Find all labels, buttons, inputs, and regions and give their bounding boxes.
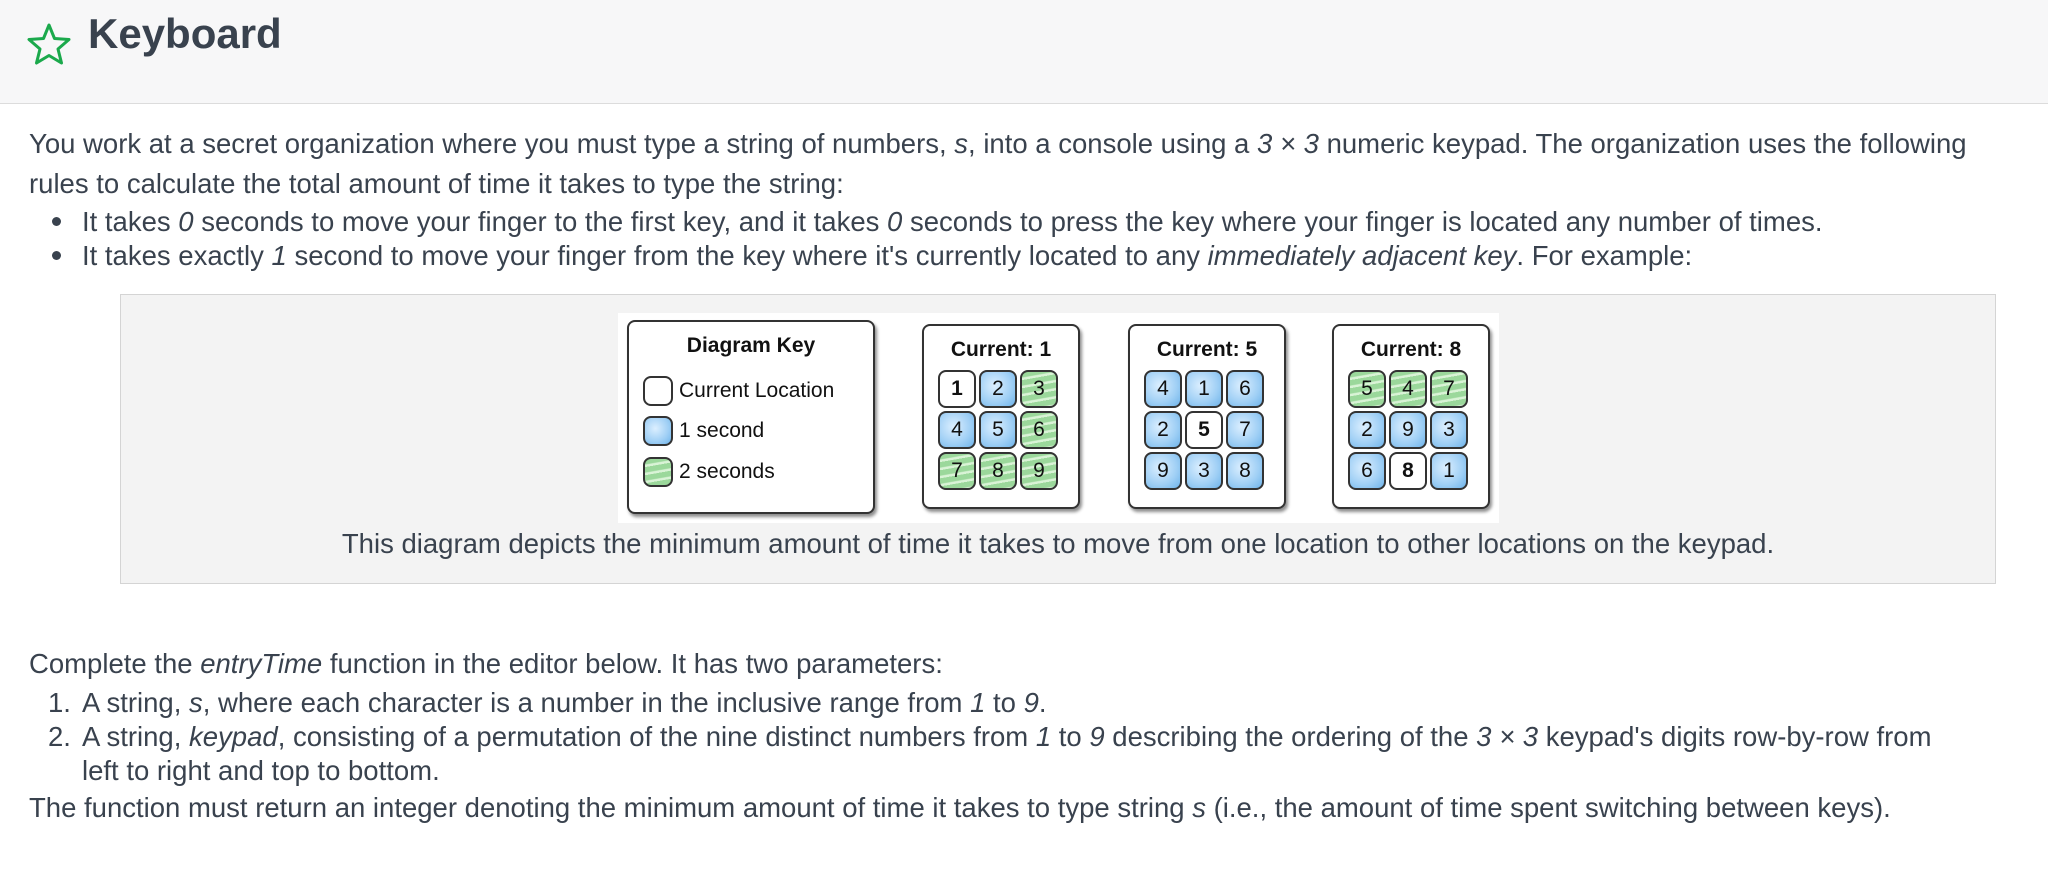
keypad-title: Current: 1 [950, 338, 1052, 361]
keypad-key: 7 [1430, 370, 1468, 408]
key-item-1-second: 1 second [643, 414, 764, 448]
two-seconds-swatch [643, 457, 673, 487]
keypad-key: 8 [1389, 452, 1427, 490]
diagram-caption: This diagram depicts the minimum amount … [341, 528, 1775, 559]
rule-bullet-2: It takes exactly 1 second to move your f… [82, 240, 1693, 271]
return-description: The function must return an integer deno… [29, 792, 1891, 823]
keypad-key: 6 [1020, 411, 1058, 449]
bullet-icon [52, 251, 61, 260]
keypad-key: 9 [1144, 452, 1182, 490]
bullet-icon [52, 217, 61, 226]
keypad-key: 3 [1185, 452, 1223, 490]
keypad-key: 2 [979, 370, 1017, 408]
keypad-key: 3 [1020, 370, 1058, 408]
keypad-key: 8 [1226, 452, 1264, 490]
keypad-key: 6 [1226, 370, 1264, 408]
page-title: Keyboard [88, 10, 282, 57]
keypad-panel-current-5: Current: 5 416 257 938 [1128, 324, 1286, 509]
keypad-key: 4 [1389, 370, 1427, 408]
param-item-2-continued: left to right and top to bottom. [82, 755, 440, 786]
keypad-key: 1 [938, 370, 976, 408]
keypad-title: Current: 8 [1360, 338, 1462, 361]
keypad-title: Current: 5 [1156, 338, 1258, 361]
keypad-panel-current-1: Current: 1 123 456 789 [922, 324, 1080, 509]
key-item-current: Current Location [643, 374, 834, 408]
task-intro: Complete the entryTime function in the e… [29, 648, 943, 679]
intro-line-2: rules to calculate the total amount of t… [29, 168, 844, 199]
keypad-key: 2 [1144, 411, 1182, 449]
page-header: Keyboard [0, 0, 2048, 104]
list-number: 2. [48, 721, 71, 752]
keypad-grid: 123 456 789 [938, 370, 1058, 490]
keypad-key: 1 [1430, 452, 1468, 490]
param-item-2: A string, keypad, consisting of a permut… [82, 721, 1932, 752]
current-location-swatch [643, 376, 673, 406]
keypad-key: 9 [1389, 411, 1427, 449]
keypad-key: 5 [979, 411, 1017, 449]
keypad-grid: 416 257 938 [1144, 370, 1264, 490]
keypad-key: 7 [938, 452, 976, 490]
keypad-key: 7 [1226, 411, 1264, 449]
keypad-key: 3 [1430, 411, 1468, 449]
keypad-key: 4 [938, 411, 976, 449]
keypad-key: 1 [1185, 370, 1223, 408]
list-number: 1. [48, 687, 71, 718]
keypad-key: 4 [1144, 370, 1182, 408]
keypad-key: 8 [979, 452, 1017, 490]
diagram-key-panel: Diagram Key Current Location 1 second 2 … [627, 320, 875, 514]
keypad-key: 5 [1348, 370, 1386, 408]
key-item-2-seconds: 2 seconds [643, 455, 775, 489]
diagram-key-title: Diagram Key [686, 334, 816, 357]
diagram-canvas: Diagram Key Current Location 1 second 2 … [618, 313, 1499, 523]
star-outline-icon[interactable] [27, 22, 71, 66]
intro-line-1: You work at a secret organization where … [29, 128, 1967, 159]
keypad-key: 2 [1348, 411, 1386, 449]
param-item-1: A string, s, where each character is a n… [82, 687, 1047, 718]
keypad-key: 9 [1020, 452, 1058, 490]
keypad-key: 5 [1185, 411, 1223, 449]
one-second-swatch [643, 416, 673, 446]
keypad-panel-current-8: Current: 8 547 293 681 [1332, 324, 1490, 509]
keypad-grid: 547 293 681 [1348, 370, 1468, 490]
keypad-key: 6 [1348, 452, 1386, 490]
rule-bullet-1: It takes 0 seconds to move your finger t… [82, 206, 1823, 237]
